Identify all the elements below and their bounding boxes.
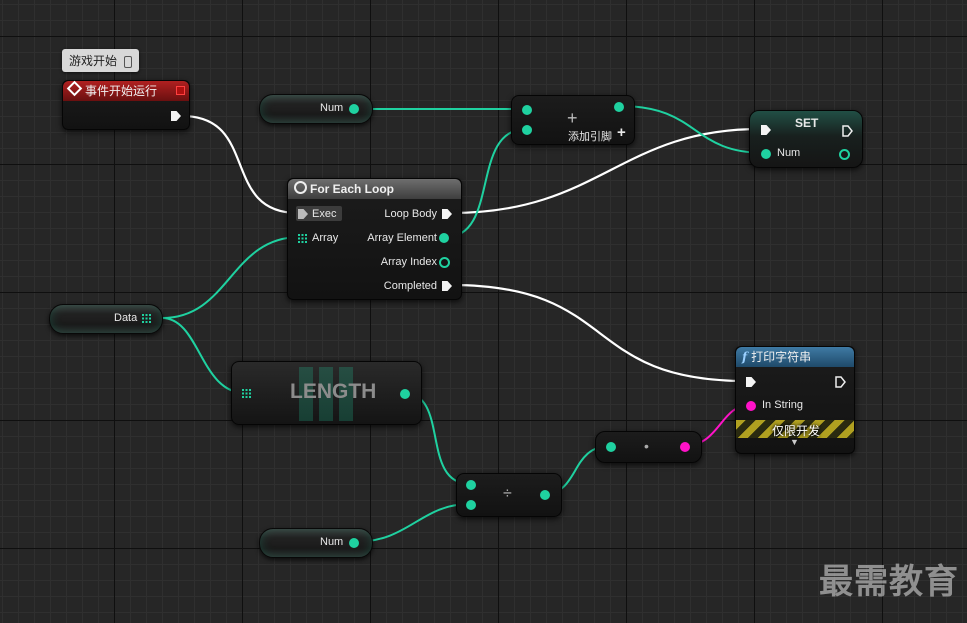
event-begin-title: 事件开始运行 <box>85 84 158 98</box>
add-symbol: + <box>567 108 578 128</box>
convert-in-pin[interactable] <box>606 442 616 452</box>
add-pin-plus-icon[interactable]: + <box>617 124 626 141</box>
set-num-in-pin[interactable] <box>761 149 771 159</box>
set-node[interactable]: SET Num <box>749 110 863 168</box>
print-title: 打印字符串 <box>751 350 812 364</box>
wire-data-to-array <box>161 236 301 319</box>
set-title: SET <box>795 116 819 130</box>
pin-icon <box>124 55 133 68</box>
print-string-node[interactable]: f 打印字符串 In String 仅限开发 ▼ <box>735 346 855 454</box>
tooltip-text: 游戏开始 <box>69 54 118 68</box>
exec-wire-completed-to-print <box>450 283 747 383</box>
length-array-in-pin[interactable] <box>242 389 251 398</box>
add-in-b-pin[interactable] <box>522 125 532 135</box>
print-in-string-label: In String <box>762 399 803 411</box>
event-diamond-icon <box>66 80 83 97</box>
foreach-completed-pin[interactable] <box>442 281 452 291</box>
divide-node[interactable]: ÷ <box>456 473 562 517</box>
event-tooltip: 游戏开始 <box>62 49 140 72</box>
foreach-title: For Each Loop <box>310 182 394 196</box>
foreach-array-label: Array <box>312 232 339 244</box>
add-in-a-pin[interactable] <box>522 105 532 115</box>
data-getter[interactable]: Data <box>49 304 163 334</box>
foreach-exec-label: Exec <box>312 208 337 220</box>
function-icon: f <box>742 350 748 364</box>
num-getter-bottom-label: Num <box>320 536 344 548</box>
length-title: LENGTH <box>290 380 377 403</box>
data-getter-label: Data <box>114 312 138 324</box>
print-header: f 打印字符串 <box>736 347 854 367</box>
event-output-delegate-icon[interactable] <box>176 86 185 95</box>
num-getter-bottom[interactable]: Num <box>259 528 373 558</box>
divide-in-b-pin[interactable] <box>466 500 476 510</box>
add-pin-label[interactable]: 添加引脚 <box>568 128 612 144</box>
set-num-label: Num <box>777 147 801 159</box>
length-out-pin[interactable] <box>400 389 410 399</box>
set-num-out-pin[interactable] <box>839 149 850 160</box>
print-exec-out-pin[interactable] <box>835 376 846 388</box>
divide-in-a-pin[interactable] <box>466 480 476 490</box>
print-in-string-pin[interactable] <box>746 401 756 411</box>
set-exec-in-pin[interactable] <box>761 125 771 135</box>
to-string-conversion-node[interactable]: • <box>595 431 702 463</box>
add-out-pin[interactable] <box>614 102 624 112</box>
foreach-loop-body-pin[interactable] <box>442 209 452 219</box>
length-node[interactable]: LENGTH <box>231 361 422 425</box>
num-getter-top-label: Num <box>320 102 344 114</box>
set-exec-out-pin[interactable] <box>842 125 853 137</box>
divide-symbol: ÷ <box>503 485 512 502</box>
foreach-array-element-label: Array Element <box>367 232 437 244</box>
num-getter-top[interactable]: Num <box>259 94 373 124</box>
data-getter-out-pin[interactable] <box>142 314 151 323</box>
num-getter-top-out-pin[interactable] <box>349 104 359 114</box>
foreach-loop-body-label: Loop Body <box>384 208 437 220</box>
convert-out-pin[interactable] <box>680 442 690 452</box>
foreach-array-index-label: Array Index <box>380 256 437 268</box>
add-node[interactable]: + 添加引脚 + <box>511 95 635 145</box>
foreach-header: For Each Loop <box>288 179 461 199</box>
foreach-array-index-pin[interactable] <box>439 257 450 268</box>
event-begin-header: 事件开始运行 <box>63 80 189 101</box>
expand-advanced-icon[interactable]: ▼ <box>790 437 799 447</box>
foreach-array-in-pin[interactable] <box>298 234 307 243</box>
print-exec-in-pin[interactable] <box>746 377 756 387</box>
foreach-completed-label: Completed <box>383 280 437 292</box>
for-each-loop-node[interactable]: For Each Loop Exec Array Loop Body Array… <box>287 178 462 300</box>
num-getter-bottom-out-pin[interactable] <box>349 538 359 548</box>
watermark: 最需教育 <box>819 562 959 602</box>
foreach-array-element-pin[interactable] <box>439 233 449 243</box>
convert-symbol: • <box>644 438 649 454</box>
event-begin-node[interactable]: 事件开始运行 <box>62 80 190 130</box>
event-exec-out-pin[interactable] <box>171 111 181 121</box>
divide-out-pin[interactable] <box>540 490 550 500</box>
exec-wire-event-to-foreach <box>181 114 299 215</box>
loop-icon <box>294 181 307 194</box>
